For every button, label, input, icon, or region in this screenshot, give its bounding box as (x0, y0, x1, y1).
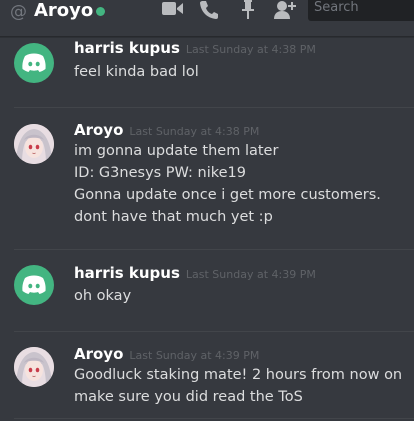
search-placeholder: Search (314, 0, 359, 15)
phone-icon[interactable] (199, 0, 219, 24)
discord-logo-icon (22, 275, 46, 294)
video-icon[interactable] (162, 0, 184, 22)
author-name[interactable]: harris kupus (74, 39, 180, 57)
anime-avatar-icon (14, 347, 54, 387)
anime-avatar-icon (14, 124, 54, 164)
add-member-icon[interactable] (274, 0, 296, 24)
author-name[interactable]: Aroyo (74, 345, 123, 363)
message-timestamp: Last Sunday at 4:39 PM (129, 349, 260, 362)
avatar[interactable] (14, 124, 54, 164)
message-line: make sure you did read the ToS (74, 389, 303, 405)
online-status-icon (96, 7, 105, 16)
message-author[interactable]: harris kupus Last Sunday at 4:39 PM (74, 264, 316, 282)
dm-at-symbol: @ (10, 2, 27, 22)
message-divider (14, 331, 414, 332)
message-author[interactable]: harris kupus Last Sunday at 4:38 PM (74, 39, 316, 57)
message-author[interactable]: Aroyo Last Sunday at 4:39 PM (74, 345, 259, 363)
message-line: dont have that much yet :p (74, 209, 273, 225)
message-divider (14, 249, 414, 250)
avatar[interactable] (14, 265, 54, 305)
message-timestamp: Last Sunday at 4:38 PM (185, 43, 316, 56)
channel-header: @ Aroyo Search (0, 0, 414, 37)
message-line: Goodluck staking mate! 2 hours from now … (74, 367, 403, 383)
avatar[interactable] (14, 43, 54, 83)
message-timestamp: Last Sunday at 4:39 PM (185, 268, 316, 281)
message-line: feel kinda bad lol (74, 64, 199, 80)
pin-icon[interactable] (241, 0, 255, 24)
message-divider (14, 107, 414, 108)
author-name[interactable]: Aroyo (74, 121, 123, 139)
channel-title: Aroyo (34, 0, 94, 21)
message-divider (14, 418, 414, 419)
search-input[interactable]: Search (308, 0, 414, 21)
discord-logo-icon (22, 53, 46, 72)
message-line: ID: G3nesys PW: nike19 (74, 165, 247, 181)
avatar[interactable] (14, 347, 54, 387)
author-name[interactable]: harris kupus (74, 264, 180, 282)
message-line: Gonna update once i get more customers. (74, 187, 381, 203)
message-author[interactable]: Aroyo Last Sunday at 4:38 PM (74, 121, 259, 139)
message-line: im gonna update them later (74, 143, 279, 159)
message-line: oh okay (74, 288, 132, 304)
message-timestamp: Last Sunday at 4:38 PM (129, 125, 260, 138)
